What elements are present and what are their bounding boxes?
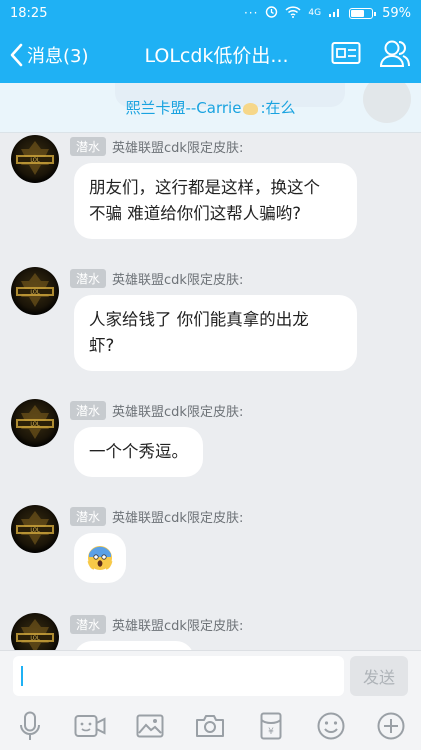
svg-text:LOL: LOL [30, 528, 40, 534]
more-button[interactable] [374, 709, 408, 743]
chat-title: LOLcdk低价出... [144, 45, 289, 67]
camera-icon [196, 714, 225, 737]
message-line: 虾? [89, 336, 115, 355]
svg-text:LOL: LOL [30, 636, 40, 642]
banner-sender: 熙兰卡盟--Carrie [125, 99, 242, 117]
message-line: 一个个秀逗。 [89, 442, 188, 461]
member-badge: 潜水 [70, 136, 107, 156]
alarm-icon [265, 5, 278, 21]
lol-logo-icon: LOL [16, 273, 54, 307]
banner-text: 熙兰卡盟--Carrie :在么 [125, 97, 295, 118]
message-bubble[interactable] [74, 533, 126, 583]
scream-emoji-icon [87, 546, 113, 570]
image-button[interactable] [133, 709, 167, 743]
member-badge: 潜水 [70, 614, 107, 634]
message-meta: 潜水 英雄联盟cdk限定皮肤: [70, 267, 243, 289]
avatar[interactable]: LOL [11, 613, 59, 650]
top-message-banner[interactable]: 熙兰卡盟--Carrie :在么 [0, 83, 421, 133]
back-button[interactable]: 消息(3) [0, 42, 110, 68]
lol-logo-icon: LOL [16, 405, 54, 439]
lol-logo-icon: LOL [16, 511, 54, 545]
notification-dots: ··· [243, 6, 259, 20]
member-badge: 潜水 [70, 506, 107, 526]
text-caret [21, 666, 23, 686]
lol-logo-icon: LOL [16, 141, 54, 175]
svg-text:¥: ¥ [268, 727, 274, 737]
battery-icon [349, 7, 377, 19]
message-bubble[interactable]: 人家给钱了 你们能真拿的出龙 虾? [74, 295, 357, 371]
sender-name: 英雄联盟cdk限定皮肤: [112, 404, 244, 420]
image-icon [136, 714, 164, 737]
banner-message: :在么 [260, 99, 296, 117]
sender-name: 英雄联盟cdk限定皮肤: [112, 510, 244, 526]
red-packet-button[interactable]: ¥ [254, 709, 288, 743]
input-toolbar: ¥ [0, 701, 421, 750]
member-badge: 潜水 [70, 400, 107, 420]
sender-name: 英雄联盟cdk限定皮肤: [112, 618, 244, 634]
members-icon [379, 40, 410, 67]
hand-emoji-icon [243, 102, 259, 115]
video-button[interactable] [73, 709, 107, 743]
member-badge: 潜水 [70, 268, 107, 288]
emoji-icon [317, 712, 345, 739]
emoji-button[interactable] [314, 709, 348, 743]
send-button[interactable]: 发送 [350, 656, 408, 696]
message-meta: 潜水 英雄联盟cdk限定皮肤: [70, 505, 243, 527]
avatar[interactable]: LOL [11, 399, 59, 447]
status-icons: ··· 4G 59% [244, 5, 411, 21]
message-meta: 潜水 英雄联盟cdk限定皮肤: [70, 135, 243, 157]
back-label: 消息(3) [27, 45, 89, 67]
svg-text:LOL: LOL [30, 158, 40, 164]
chat-area[interactable]: LOL 潜水 英雄联盟cdk限定皮肤: 朋友们，这行都是这样，换这个 不骗 难道… [0, 133, 421, 650]
red-packet-icon: ¥ [260, 712, 282, 739]
status-time: 18:25 [10, 5, 48, 21]
message-meta: 潜水 英雄联盟cdk限定皮肤: [70, 399, 243, 421]
message-input[interactable] [13, 656, 344, 696]
status-bar: 18:25 ··· 4G 59% [0, 0, 421, 26]
message-bubble[interactable]: 朋友们，这行都是这样，换这个 不骗 难道给你们这帮人骗哟? [74, 163, 357, 239]
camera-button[interactable] [193, 709, 227, 743]
message-line: 人家给钱了 你们能真拿的出龙 [89, 310, 309, 329]
avatar[interactable]: LOL [11, 505, 59, 553]
sender-name: 英雄联盟cdk限定皮肤: [112, 272, 244, 288]
avatar[interactable]: LOL [11, 267, 59, 315]
lol-logo-icon: LOL [16, 619, 54, 650]
input-bar: 发送 [0, 650, 421, 701]
plus-icon [377, 712, 405, 739]
members-button[interactable] [379, 38, 411, 72]
voice-button[interactable] [13, 709, 47, 743]
svg-text:LOL: LOL [30, 290, 40, 296]
battery-percent: 59% [382, 5, 411, 21]
sender-name: 英雄联盟cdk限定皮肤: [112, 140, 244, 156]
network-label: 4G [308, 8, 322, 18]
nav-bar: 消息(3) LOLcdk低价出... [0, 26, 421, 83]
message-line: 朋友们，这行都是这样，换这个 [89, 178, 320, 197]
avatar[interactable]: LOL [11, 135, 59, 183]
card-icon [331, 41, 361, 64]
svg-text:LOL: LOL [30, 422, 40, 428]
microphone-icon [20, 711, 41, 740]
video-icon [74, 714, 106, 737]
wifi-icon [285, 5, 301, 21]
message-bubble[interactable]: 一个个秀逗。 [74, 427, 203, 477]
message-meta: 潜水 英雄联盟cdk限定皮肤: [70, 613, 243, 635]
message-bubble[interactable] [74, 641, 194, 650]
signal-icon [328, 6, 342, 21]
message-line: 不骗 难道给你们这帮人骗哟? [89, 204, 302, 223]
nav-actions [331, 38, 421, 72]
faded-avatar [363, 83, 411, 123]
group-info-button[interactable] [331, 41, 361, 69]
chevron-left-icon [10, 43, 23, 66]
